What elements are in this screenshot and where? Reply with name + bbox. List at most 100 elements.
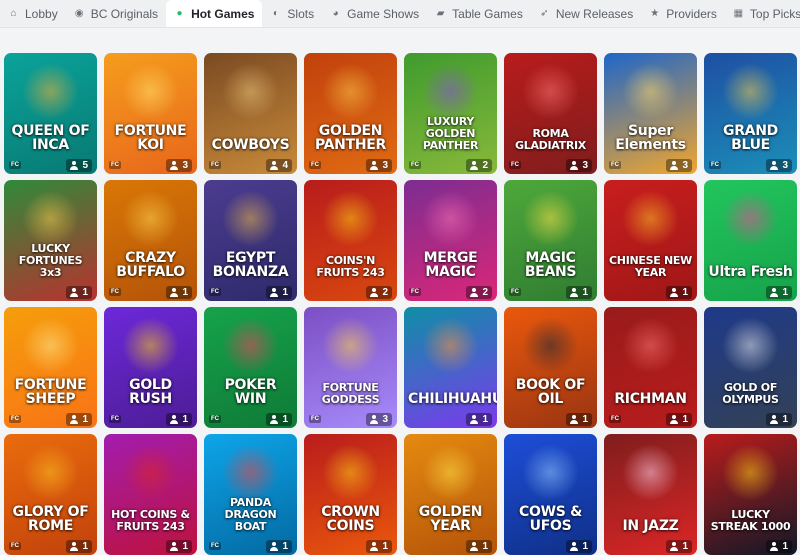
game-card[interactable]: LUXURY GOLDEN PANTHER FC 2: [404, 53, 497, 174]
game-card[interactable]: CROWN COINS 1: [304, 434, 397, 555]
game-card[interactable]: POKER WIN FC 1: [204, 307, 297, 428]
card-footer: 2: [304, 283, 397, 301]
user-icon: [570, 541, 579, 551]
player-count-value: 3: [182, 159, 188, 171]
user-icon: [170, 287, 179, 297]
card-footer: FC 2: [404, 156, 497, 174]
game-card[interactable]: GOLDEN YEAR 1: [404, 434, 497, 555]
nav-item-label: Top Picks: [749, 6, 800, 21]
player-count-value: 1: [582, 286, 588, 298]
game-title: LUCKY FORTUNES 3x3: [18, 242, 83, 279]
game-card[interactable]: IN JAZZ 1: [604, 434, 697, 555]
user-icon: [170, 414, 179, 424]
player-count: 1: [266, 412, 292, 426]
card-footer: FC 1: [204, 410, 297, 428]
game-card[interactable]: GLORY OF ROME FC 1: [4, 434, 97, 555]
game-card[interactable]: Ultra Fresh 1: [704, 180, 797, 301]
game-card[interactable]: FORTUNE GODDESS FC 3: [304, 307, 397, 428]
game-card[interactable]: COINS'N FRUITS 243 2: [304, 180, 397, 301]
card-footer: FC 1: [204, 537, 297, 555]
nav-item-hot-games[interactable]: ● Hot Games: [166, 0, 263, 27]
provider-badge: FC: [9, 542, 21, 550]
player-count: 2: [466, 158, 492, 172]
card-footer: FC 3: [304, 410, 397, 428]
game-card[interactable]: COWBOYS FC 4: [204, 53, 297, 174]
game-card[interactable]: CHILIHUAHUA 1: [404, 307, 497, 428]
rocket-icon: ➶: [540, 8, 549, 19]
nav-item-lobby[interactable]: ⌂ Lobby: [0, 0, 66, 27]
player-count: 3: [566, 158, 592, 172]
player-count: 2: [466, 285, 492, 299]
game-artwork: [622, 63, 679, 120]
game-card[interactable]: LUCKY STREAK 1000 1: [704, 434, 797, 555]
game-card[interactable]: ROMA GLADIATRIX FC 3: [504, 53, 597, 174]
player-count: 1: [166, 285, 192, 299]
card-footer: FC 5: [4, 156, 97, 174]
card-footer: FC 1: [104, 283, 197, 301]
game-artwork: [522, 444, 579, 501]
player-count: 1: [566, 412, 592, 426]
card-footer: 1: [704, 410, 797, 428]
game-card[interactable]: RICHMAN FC 1: [604, 307, 697, 428]
nav-item-game-shows[interactable]: ◕ Game Shows: [322, 0, 427, 27]
game-title: PANDA DRAGON BOAT: [224, 496, 277, 533]
nav-item-label: BC Originals: [90, 6, 159, 21]
game-card[interactable]: EGYPT BONANZA FC 1: [204, 180, 297, 301]
game-card[interactable]: GOLD RUSH FC 1: [104, 307, 197, 428]
player-count-value: 5: [82, 159, 88, 171]
game-card[interactable]: GOLDEN PANTHER FC 3: [304, 53, 397, 174]
player-count-value: 1: [682, 286, 688, 298]
provider-badge: FC: [309, 415, 321, 423]
player-count-value: 1: [782, 286, 788, 298]
nav-item-slots[interactable]: ◐ Slots: [262, 0, 322, 27]
game-card[interactable]: HOT COINS & FRUITS 243 1: [104, 434, 197, 555]
game-artwork: [622, 444, 679, 501]
game-card[interactable]: GRAND BLUE FC 3: [704, 53, 797, 174]
user-icon: [70, 541, 79, 551]
game-title: GOLD OF OLYMPUS: [722, 381, 779, 406]
nav-item-bc-originals[interactable]: ◉ BC Originals: [66, 0, 166, 27]
player-count: 1: [766, 539, 792, 553]
game-title: HOT COINS & FRUITS 243: [111, 508, 190, 533]
player-count-value: 1: [482, 413, 488, 425]
game-card[interactable]: LUCKY FORTUNES 3x3 1: [4, 180, 97, 301]
game-card[interactable]: MAGIC BEANS FC 1: [504, 180, 597, 301]
game-card[interactable]: PANDA DRAGON BOAT FC 1: [204, 434, 297, 555]
game-title: CHINESE NEW YEAR: [609, 254, 692, 279]
game-card[interactable]: BOOK OF OIL 1: [504, 307, 597, 428]
game-title: LUCKY STREAK 1000: [710, 508, 791, 533]
game-title: CROWN COINS: [321, 504, 380, 534]
provider-badge: FC: [9, 415, 21, 423]
card-footer: FC 1: [504, 283, 597, 301]
user-icon: [70, 287, 79, 297]
game-card[interactable]: MERGE MAGIC FC 2: [404, 180, 497, 301]
game-card[interactable]: FORTUNE SHEEP FC 1: [4, 307, 97, 428]
game-card[interactable]: CRAZY BUFFALO FC 1: [104, 180, 197, 301]
user-icon: [570, 160, 579, 170]
game-artwork: [422, 317, 479, 374]
user-icon: [270, 414, 279, 424]
game-title: COWS & UFOS: [519, 504, 582, 534]
game-card[interactable]: COWS & UFOS 1: [504, 434, 597, 555]
card-footer: 1: [504, 537, 597, 555]
game-card[interactable]: Super Elements FC 3: [604, 53, 697, 174]
nav-item-new-releases[interactable]: ➶ New Releases: [531, 0, 641, 27]
user-icon: [370, 541, 379, 551]
provider-badge: FC: [209, 161, 221, 169]
user-icon: [670, 287, 679, 297]
player-count: 1: [66, 285, 92, 299]
nav-item-table-games[interactable]: ▰ Table Games: [427, 0, 531, 27]
game-title: RICHMAN: [614, 391, 687, 407]
provider-badge: FC: [109, 288, 121, 296]
card-footer: FC 3: [604, 156, 697, 174]
nav-item-top-picks[interactable]: ▦ Top Picks: [725, 0, 800, 27]
game-artwork: [622, 190, 679, 247]
game-card[interactable]: CHINESE NEW YEAR 1: [604, 180, 697, 301]
game-card[interactable]: GOLD OF OLYMPUS 1: [704, 307, 797, 428]
nav-item-providers[interactable]: ★ Providers: [641, 0, 725, 27]
game-card[interactable]: FORTUNE KOI FC 3: [104, 53, 197, 174]
game-artwork: [322, 63, 379, 120]
player-count: 1: [66, 412, 92, 426]
player-count-value: 1: [382, 540, 388, 552]
game-card[interactable]: QUEEN OF INCA FC 5: [4, 53, 97, 174]
